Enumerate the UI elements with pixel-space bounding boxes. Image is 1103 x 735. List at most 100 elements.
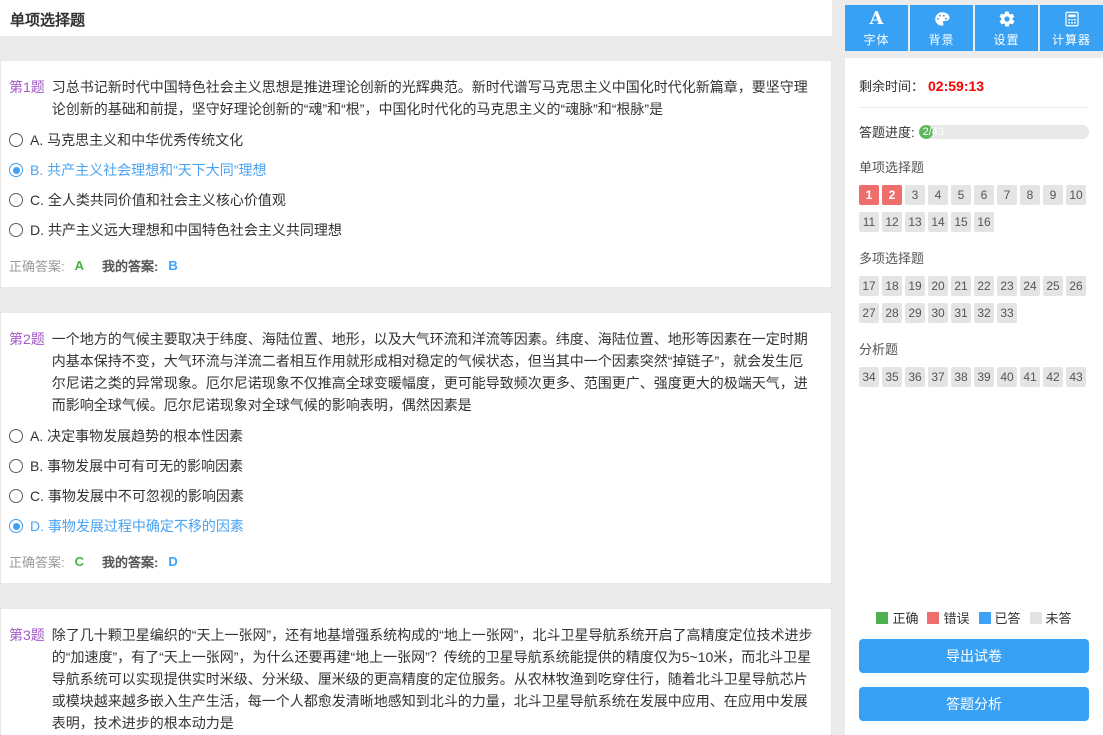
question-number-grid: 34353637383940414243 bbox=[859, 367, 1089, 387]
option-B[interactable]: B. 事物发展中可有可无的影响因素 bbox=[9, 456, 815, 476]
toolbar-button-计算器[interactable]: 计算器 bbox=[1040, 5, 1103, 51]
my-answer-value: B bbox=[168, 258, 177, 273]
toolbar-button-设置[interactable]: 设置 bbox=[975, 5, 1038, 51]
legend-item-未答: 未答 bbox=[1030, 608, 1072, 627]
timer-value: 02:59:13 bbox=[928, 78, 984, 94]
question-nav-11[interactable]: 11 bbox=[859, 212, 879, 232]
radio-selected-icon[interactable] bbox=[9, 163, 23, 177]
question-nav-2[interactable]: 2 bbox=[882, 185, 902, 205]
option-C[interactable]: C. 全人类共同价值和社会主义核心价值观 bbox=[9, 190, 815, 210]
question-nav-10[interactable]: 10 bbox=[1066, 185, 1086, 205]
question-nav-14[interactable]: 14 bbox=[928, 212, 948, 232]
option-A[interactable]: A. 马克思主义和中华优秀传统文化 bbox=[9, 130, 815, 150]
question-nav-19[interactable]: 19 bbox=[905, 276, 925, 296]
question-nav-38[interactable]: 38 bbox=[951, 367, 971, 387]
question-nav-26[interactable]: 26 bbox=[1066, 276, 1086, 296]
question-nav-18[interactable]: 18 bbox=[882, 276, 902, 296]
question-nav-17[interactable]: 17 bbox=[859, 276, 879, 296]
toolbar: A字体背景设置 计算器 bbox=[845, 5, 1103, 51]
progress-label: 答题进度: bbox=[859, 122, 915, 141]
option-label: A. 决定事物发展趋势的根本性因素 bbox=[30, 426, 243, 446]
option-A[interactable]: A. 决定事物发展趋势的根本性因素 bbox=[9, 426, 815, 446]
legend-swatch bbox=[1030, 612, 1042, 624]
question-nav-41[interactable]: 41 bbox=[1020, 367, 1040, 387]
question-nav-40[interactable]: 40 bbox=[997, 367, 1017, 387]
question-nav-42[interactable]: 42 bbox=[1043, 367, 1063, 387]
my-answer-value: D bbox=[168, 554, 177, 569]
gear-icon bbox=[998, 9, 1016, 29]
question-nav-32[interactable]: 32 bbox=[974, 303, 994, 323]
question-nav-1[interactable]: 1 bbox=[859, 185, 879, 205]
question-head: 第2题一个地方的气候主要取决于纬度、海陆位置、地形，以及大气环流和洋流等因素。纬… bbox=[9, 328, 815, 416]
question-nav-33[interactable]: 33 bbox=[997, 303, 1017, 323]
question-nav-35[interactable]: 35 bbox=[882, 367, 902, 387]
question-nav-29[interactable]: 29 bbox=[905, 303, 925, 323]
correct-answer-value: C bbox=[75, 554, 84, 569]
question-nav-22[interactable]: 22 bbox=[974, 276, 994, 296]
question-head: 第1题习总书记新时代中国特色社会主义思想是推进理论创新的光辉典范。新时代谱写马克… bbox=[9, 76, 815, 120]
question-nav-37[interactable]: 37 bbox=[928, 367, 948, 387]
correct-answer-label: 正确答案: bbox=[9, 256, 65, 275]
toolbar-button-label: 计算器 bbox=[1052, 31, 1091, 48]
answer-analysis-button[interactable]: 答题分析 bbox=[859, 687, 1089, 721]
radio-icon[interactable] bbox=[9, 193, 23, 207]
question-nav-7[interactable]: 7 bbox=[997, 185, 1017, 205]
page-title: 单项选择题 bbox=[10, 12, 85, 29]
question-nav-16[interactable]: 16 bbox=[974, 212, 994, 232]
option-D[interactable]: D. 事物发展过程中确定不移的因素 bbox=[9, 516, 815, 536]
section-title: 多项选择题 bbox=[859, 248, 1089, 267]
option-label: A. 马克思主义和中华优秀传统文化 bbox=[30, 130, 243, 150]
my-answer-label: 我的答案: bbox=[102, 552, 158, 571]
toolbar-button-label: 设置 bbox=[993, 31, 1019, 48]
question-nav-6[interactable]: 6 bbox=[974, 185, 994, 205]
radio-icon[interactable] bbox=[9, 489, 23, 503]
progress-text: 2/43 bbox=[923, 125, 944, 139]
question-card: 第1题习总书记新时代中国特色社会主义思想是推进理论创新的光辉典范。新时代谱写马克… bbox=[0, 60, 832, 288]
question-nav-20[interactable]: 20 bbox=[928, 276, 948, 296]
progress-bar: 2/43 bbox=[919, 125, 1089, 139]
option-B[interactable]: B. 共产主义社会理想和“天下大同”理想 bbox=[9, 160, 815, 180]
question-nav-15[interactable]: 15 bbox=[951, 212, 971, 232]
option-D[interactable]: D. 共产主义远大理想和中国特色社会主义共同理想 bbox=[9, 220, 815, 240]
question-nav-25[interactable]: 25 bbox=[1043, 276, 1063, 296]
option-C[interactable]: C. 事物发展中不可忽视的影响因素 bbox=[9, 486, 815, 506]
legend-swatch bbox=[876, 612, 888, 624]
toolbar-button-背景[interactable]: 背景 bbox=[910, 5, 973, 51]
question-nav-39[interactable]: 39 bbox=[974, 367, 994, 387]
question-nav-28[interactable]: 28 bbox=[882, 303, 902, 323]
legend-item-正确: 正确 bbox=[876, 608, 918, 627]
question-number-label: 第2题 bbox=[9, 328, 45, 350]
option-label: D. 事物发展过程中确定不移的因素 bbox=[30, 516, 244, 536]
question-nav-21[interactable]: 21 bbox=[951, 276, 971, 296]
legend-swatch bbox=[927, 612, 939, 624]
question-nav-24[interactable]: 24 bbox=[1020, 276, 1040, 296]
question-nav-30[interactable]: 30 bbox=[928, 303, 948, 323]
radio-icon[interactable] bbox=[9, 223, 23, 237]
question-nav-5[interactable]: 5 bbox=[951, 185, 971, 205]
question-nav-27[interactable]: 27 bbox=[859, 303, 879, 323]
option-label: C. 事物发展中不可忽视的影响因素 bbox=[30, 486, 244, 506]
correct-answer-label: 正确答案: bbox=[9, 552, 65, 571]
option-label: B. 事物发展中可有可无的影响因素 bbox=[30, 456, 243, 476]
radio-icon[interactable] bbox=[9, 459, 23, 473]
question-nav-34[interactable]: 34 bbox=[859, 367, 879, 387]
question-nav-36[interactable]: 36 bbox=[905, 367, 925, 387]
question-nav-43[interactable]: 43 bbox=[1066, 367, 1086, 387]
question-nav-31[interactable]: 31 bbox=[951, 303, 971, 323]
question-nav-9[interactable]: 9 bbox=[1043, 185, 1063, 205]
export-paper-button[interactable]: 导出试卷 bbox=[859, 639, 1089, 673]
question-nav-23[interactable]: 23 bbox=[997, 276, 1017, 296]
my-answer-label: 我的答案: bbox=[102, 256, 158, 275]
radio-icon[interactable] bbox=[9, 133, 23, 147]
question-nav-12[interactable]: 12 bbox=[882, 212, 902, 232]
toolbar-button-字体[interactable]: A字体 bbox=[845, 5, 908, 51]
question-nav-4[interactable]: 4 bbox=[928, 185, 948, 205]
option-label: B. 共产主义社会理想和“天下大同”理想 bbox=[30, 160, 266, 180]
question-nav-13[interactable]: 13 bbox=[905, 212, 925, 232]
question-pane: 单项选择题 第1题习总书记新时代中国特色社会主义思想是推进理论创新的光辉典范。新… bbox=[0, 0, 832, 735]
timer-row: 剩余时间： 02:59:13 bbox=[859, 72, 1089, 108]
radio-icon[interactable] bbox=[9, 429, 23, 443]
question-nav-3[interactable]: 3 bbox=[905, 185, 925, 205]
question-nav-8[interactable]: 8 bbox=[1020, 185, 1040, 205]
radio-selected-icon[interactable] bbox=[9, 519, 23, 533]
